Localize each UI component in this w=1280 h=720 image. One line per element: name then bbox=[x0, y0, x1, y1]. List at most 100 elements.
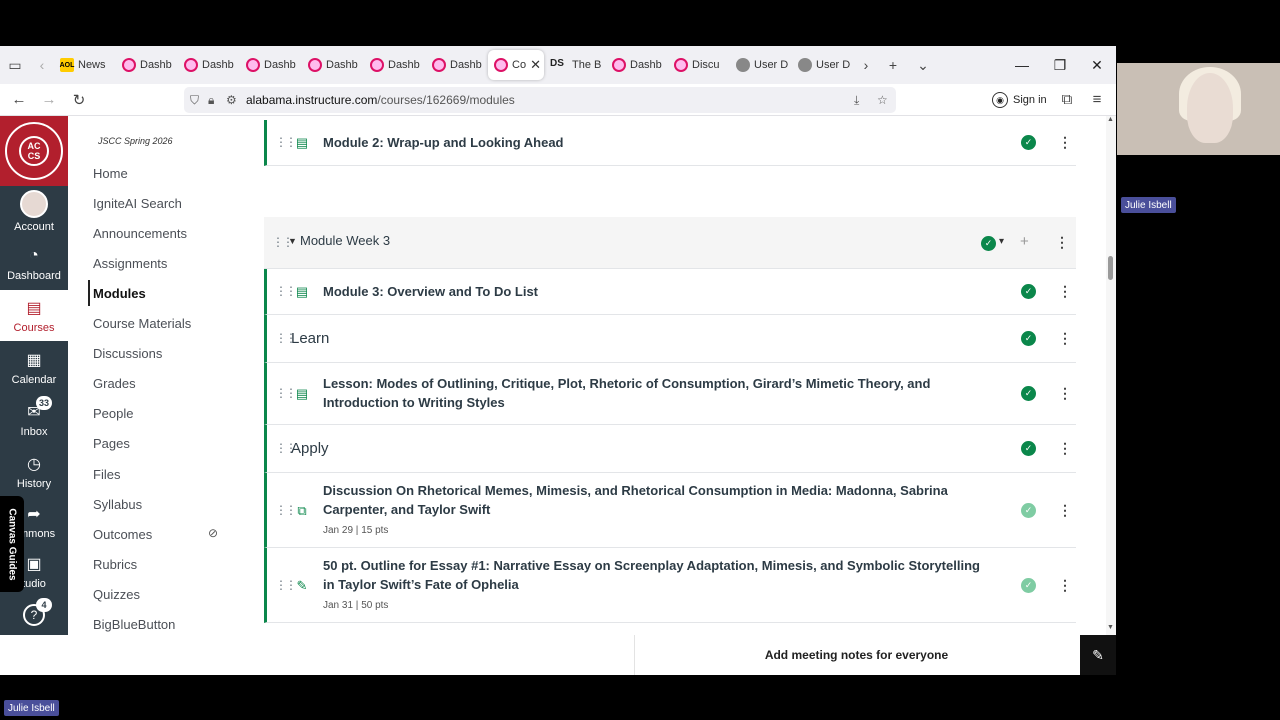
browser-tab[interactable]: Dashb bbox=[116, 50, 178, 80]
reload-icon[interactable]: ↻ bbox=[64, 85, 94, 115]
course-nav-course-materials[interactable]: Course Materials bbox=[93, 313, 191, 335]
lock-icon[interactable]: 🔒︎ bbox=[208, 93, 226, 108]
save-page-icon[interactable]: ⤓ bbox=[854, 93, 859, 108]
item-options-icon[interactable]: ⋮ bbox=[1058, 440, 1072, 457]
meeting-notes-button[interactable]: Add meeting notes for everyone bbox=[634, 635, 1078, 675]
module-title[interactable]: Module Week 3 bbox=[300, 233, 390, 248]
institution-logo[interactable]: AC CS bbox=[0, 116, 68, 186]
browser-tab[interactable]: Dashb bbox=[240, 50, 302, 80]
course-nav-discussions[interactable]: Discussions bbox=[93, 343, 162, 365]
module-header[interactable]: ⋮⋮ ▼ Module Week 3 ✓ ▾ + ⋮ bbox=[264, 217, 1076, 269]
module-item-title[interactable]: Module 3: Overview and To Do List bbox=[323, 282, 983, 301]
module-item-link[interactable]: Lesson: Modes of Outlining, Critique, Pl… bbox=[323, 374, 983, 412]
published-check-icon[interactable]: ✓ bbox=[1021, 441, 1036, 456]
item-options-icon[interactable]: ⋮ bbox=[1058, 283, 1072, 300]
browser-tab[interactable]: Discu bbox=[668, 50, 730, 80]
add-item-icon[interactable]: + bbox=[1020, 233, 1029, 250]
global-nav-dashboard[interactable]: ◔ Dashboard bbox=[0, 238, 68, 289]
module-item-title[interactable]: Lesson: Modes of Outlining, Critique, Pl… bbox=[323, 374, 983, 412]
course-nav-quizzes[interactable]: Quizzes bbox=[93, 583, 140, 605]
drag-handle-icon[interactable]: ⋮⋮ bbox=[275, 135, 297, 149]
module-item[interactable]: ⋮⋮ ✓ ⋮ ▤ Module 3: Overview and To Do List bbox=[264, 269, 1076, 315]
tab-list-icon[interactable]: ▭ bbox=[0, 50, 30, 80]
bookmark-star-icon[interactable]: ☆ bbox=[877, 93, 888, 107]
notes-sparkle-icon[interactable]: ✎ bbox=[1080, 635, 1116, 675]
page-scrollbar[interactable]: ▲ ▼ bbox=[1106, 116, 1116, 635]
published-check-icon[interactable]: ✓ bbox=[1021, 135, 1036, 150]
drag-handle-icon[interactable]: ⋮⋮ bbox=[275, 503, 297, 517]
item-options-icon[interactable]: ⋮ bbox=[1058, 134, 1072, 151]
scroll-tabs-left-icon[interactable]: ‹ bbox=[30, 50, 54, 80]
module-options-icon[interactable]: ⋮ bbox=[1055, 234, 1069, 251]
browser-tab[interactable]: Dashb bbox=[364, 50, 426, 80]
browser-tab[interactable]: AOL News bbox=[54, 50, 116, 80]
course-nav-people[interactable]: People bbox=[93, 403, 133, 425]
drag-handle-icon[interactable]: ⋮⋮ bbox=[275, 284, 297, 298]
browser-tab[interactable]: Dashb bbox=[302, 50, 364, 80]
item-options-icon[interactable]: ⋮ bbox=[1058, 577, 1072, 594]
browser-tab[interactable]: Dashb bbox=[606, 50, 668, 80]
minimize-icon[interactable]: — bbox=[1003, 46, 1041, 84]
module-item-link[interactable]: 50 pt. Outline for Essay #1: Narrative E… bbox=[323, 556, 983, 594]
module-published-check-icon[interactable]: ✓ bbox=[981, 236, 996, 251]
scroll-tabs-right-icon[interactable]: › bbox=[854, 50, 878, 80]
global-nav-inbox[interactable]: ✉ Inbox 33 bbox=[0, 394, 68, 445]
module-item-title[interactable]: Module 2: Wrap-up and Looking Ahead bbox=[323, 133, 983, 152]
global-nav-history[interactable]: ◷ History bbox=[0, 446, 68, 497]
menu-icon[interactable]: ≡ bbox=[1082, 85, 1112, 115]
scroll-down-icon[interactable]: ▼ bbox=[1107, 624, 1114, 631]
browser-tab[interactable]: User D bbox=[730, 50, 792, 80]
sign-in-button[interactable]: ◉ Sign in bbox=[992, 88, 1047, 112]
course-nav-assignments[interactable]: Assignments bbox=[93, 252, 167, 274]
collapse-caret-icon[interactable]: ▼ bbox=[288, 236, 297, 246]
back-icon[interactable]: ← bbox=[4, 85, 34, 115]
close-window-icon[interactable]: ✕ bbox=[1078, 46, 1116, 84]
course-nav-pages[interactable]: Pages bbox=[93, 433, 130, 455]
canvas-guides-tab[interactable]: Canvas Guides bbox=[0, 496, 24, 592]
drag-handle-icon[interactable]: ⋮⋮ bbox=[275, 441, 297, 455]
published-check-icon[interactable]: ✓ bbox=[1021, 331, 1036, 346]
published-check-icon[interactable]: ✓ bbox=[1021, 502, 1036, 518]
restore-icon[interactable]: ❐ bbox=[1041, 46, 1079, 84]
browser-tab[interactable]: User D bbox=[792, 50, 854, 80]
module-subheader[interactable]: ⋮⋮ ✓ ⋮ Learn bbox=[264, 315, 1076, 363]
course-nav-files[interactable]: Files bbox=[93, 463, 120, 485]
global-nav-help[interactable]: ? 4 bbox=[0, 596, 68, 635]
course-nav-bigbluebutton[interactable]: BigBlueButton bbox=[93, 614, 175, 636]
drag-handle-icon[interactable]: ⋮⋮ bbox=[272, 235, 294, 249]
published-check-icon[interactable]: ✓ bbox=[1021, 386, 1036, 401]
browser-tab[interactable]: DS The B bbox=[544, 50, 606, 80]
drag-handle-icon[interactable]: ⋮⋮ bbox=[275, 331, 297, 345]
url-bar[interactable]: ⛉ 🔒︎ ⚙ alabama.instructure.com/courses/1… bbox=[184, 87, 896, 113]
module-item[interactable]: ⋮⋮ ✓ ⋮ ⧉ Discussion On Rhetorical Memes, Mim… bbox=[264, 473, 1076, 548]
published-check-icon[interactable]: ✓ bbox=[1021, 577, 1036, 593]
published-check-icon[interactable]: ✓ bbox=[1021, 284, 1036, 299]
course-nav-igniteai-search[interactable]: IgniteAI Search bbox=[93, 192, 182, 214]
extensions-icon[interactable]: ⧉ bbox=[1052, 85, 1082, 115]
course-nav-grades[interactable]: Grades bbox=[93, 373, 136, 395]
module-item-link[interactable]: Module 3: Overview and To Do List bbox=[323, 282, 983, 301]
course-nav-outcomes[interactable]: Outcomes bbox=[93, 523, 152, 545]
course-nav-modules[interactable]: Modules bbox=[93, 282, 146, 304]
course-nav-announcements[interactable]: Announcements bbox=[93, 222, 187, 244]
module-subheader[interactable]: ⋮⋮ ✓ ⋮ Apply bbox=[264, 425, 1076, 473]
course-nav-syllabus[interactable]: Syllabus bbox=[93, 493, 142, 515]
global-nav-courses[interactable]: ▤ Courses bbox=[0, 290, 68, 341]
close-tab-icon[interactable]: ✕ bbox=[530, 57, 541, 73]
new-tab-icon[interactable]: + bbox=[878, 50, 908, 80]
item-options-icon[interactable]: ⋮ bbox=[1058, 502, 1072, 519]
browser-tab[interactable]: Dashb bbox=[178, 50, 240, 80]
forward-icon[interactable]: → bbox=[34, 85, 64, 115]
publish-dropdown-icon[interactable]: ▾ bbox=[999, 236, 1004, 247]
scroll-up-icon[interactable]: ▲ bbox=[1107, 116, 1114, 123]
course-nav-home[interactable]: Home bbox=[93, 162, 128, 184]
drag-handle-icon[interactable]: ⋮⋮ bbox=[275, 578, 297, 592]
module-item[interactable]: ⋮⋮ ✓ ⋮ ✎ 50 pt. Outline for Essay #1: Narrat… bbox=[264, 548, 1076, 623]
module-item-link[interactable]: Module 2: Wrap-up and Looking Ahead bbox=[323, 133, 983, 152]
item-options-icon[interactable]: ⋮ bbox=[1058, 330, 1072, 347]
module-item-link[interactable]: Discussion On Rhetorical Memes, Mimesis,… bbox=[323, 481, 983, 519]
module-item[interactable]: ⋮⋮ ✓ ⋮ ▤ Module 2: Wrap-up and Looking Ahead bbox=[264, 120, 1076, 166]
course-nav-rubrics[interactable]: Rubrics bbox=[93, 553, 137, 575]
participant-video[interactable] bbox=[1117, 63, 1280, 155]
scroll-thumb[interactable] bbox=[1108, 256, 1113, 280]
